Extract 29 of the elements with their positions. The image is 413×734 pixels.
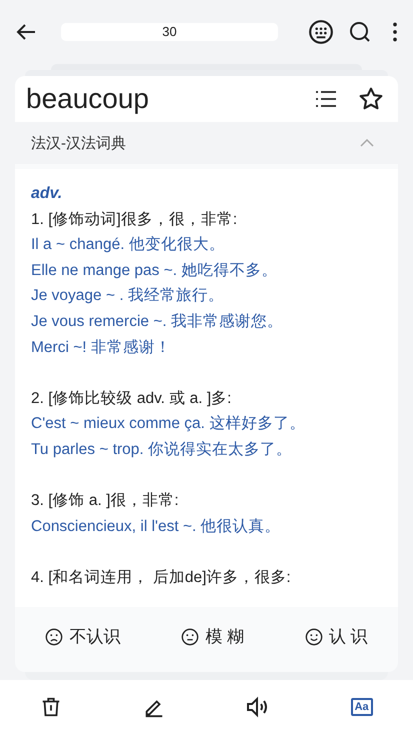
- sad-face-icon: [45, 628, 64, 646]
- example-sentence: Je voyage ~ . 我经常旅行。: [31, 286, 225, 306]
- rating-button[interactable]: 认 识: [296, 621, 376, 652]
- keyboard-icon[interactable]: [308, 19, 334, 45]
- neutral-face-icon: [181, 628, 200, 646]
- example-sentence: Merci ~! 非常感谢！: [31, 338, 172, 358]
- star-icon[interactable]: [358, 86, 384, 112]
- part-of-speech: adv.: [31, 184, 64, 204]
- sense-text: 4. [和名词连用， 后加de]许多，很多:: [31, 568, 292, 588]
- speaker-icon[interactable]: [246, 695, 270, 719]
- smiley-icon: [304, 628, 323, 646]
- dictionary-name: 法汉-汉法词典: [31, 134, 126, 152]
- example-sentence: Tu parles ~ trop. 你说得实在太多了。: [31, 440, 294, 460]
- example-sentence: Je vous remercie ~. 我非常感谢您。: [31, 312, 284, 332]
- search-field[interactable]: 30: [61, 23, 278, 41]
- rating-button[interactable]: 模 糊: [173, 621, 252, 652]
- more-icon[interactable]: [392, 22, 398, 42]
- example-sentence: Elle ne mange pas ~. 她吃得不多。: [31, 260, 278, 281]
- search-icon[interactable]: [348, 20, 372, 44]
- example-sentence: Il a ~ changé. 他变化很大。: [31, 235, 226, 256]
- example-sentence: C'est ~ mieux comme ça. 这样好多了。: [31, 414, 306, 434]
- example-sentence: Consciencieux, il l'est ~. 他很认真。: [31, 516, 282, 537]
- rating-button[interactable]: 不认识: [37, 621, 128, 652]
- headword: beaucoup: [26, 83, 150, 115]
- sense-text: 2. [修饰比较级 adv. 或 a. ]多:: [31, 388, 232, 409]
- font-size-button[interactable]: Aa: [350, 698, 373, 716]
- trash-icon[interactable]: [40, 696, 62, 718]
- sense-text: 1. [修饰动词]很多，很，非常:: [31, 210, 238, 230]
- sense-text: 3. [修饰 a. ]很，非常:: [31, 491, 180, 512]
